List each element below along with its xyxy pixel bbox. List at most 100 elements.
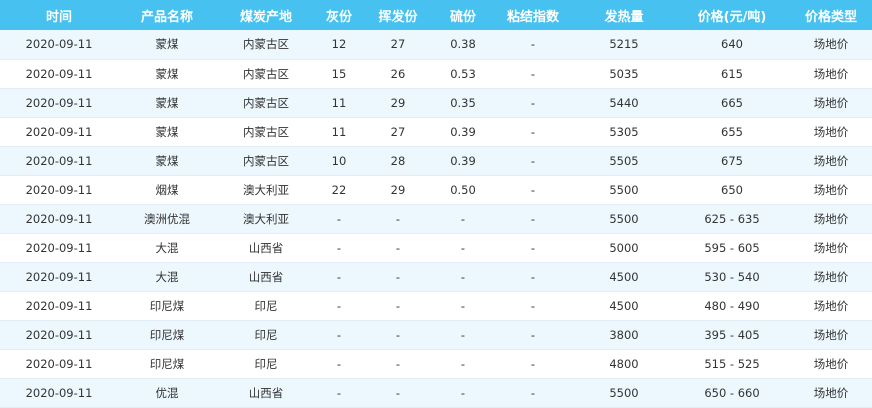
cell-volatile: -	[362, 349, 434, 379]
cell-price: 480 - 490	[674, 291, 790, 321]
cell-origin: 内蒙古区	[216, 30, 316, 60]
table-row: 2020-09-11 蒙煤 内蒙古区 11 29 0.35-5440 665 场地价	[0, 88, 872, 118]
column-header-origin: 煤炭产地	[239, 9, 292, 25]
table-row: 2020-09-11 印尼煤 印尼 - - - -4800 515 - 525 场地价	[0, 349, 872, 379]
cell-volatile: -	[362, 204, 434, 234]
cell-volatile: -	[362, 320, 434, 350]
cell-price-type: 场地价	[790, 88, 872, 118]
cell-product-name: 烟煤	[118, 175, 216, 205]
cell-ash: 11	[316, 88, 362, 118]
cell-product-name: 蒙煤	[118, 146, 216, 176]
cell-volatile: 27	[362, 117, 434, 147]
table-row: 2020-09-11 大混 山西省 - - - -4500 530 - 540 场地价	[0, 262, 872, 292]
cell-price-type: 场地价	[790, 204, 872, 234]
cell-ash: -	[316, 262, 362, 292]
header-row: 时间 产品名称 煤炭产地 灰份 挥发份 硫份 粘结指数 发热量 价格(元/吨) 价格类型	[0, 0, 872, 30]
cell-calorific-value: 4800	[574, 349, 674, 379]
cell-product-name: 蒙煤	[118, 30, 216, 60]
cell-price-type: 场地价	[790, 378, 872, 408]
cell-price: 650	[674, 175, 790, 205]
cell-caking-index: -	[492, 262, 574, 292]
cell-product-name: 大混	[118, 233, 216, 263]
cell-volatile: 29	[362, 88, 434, 118]
cell-ash: -	[316, 378, 362, 408]
cell-caking-index: -	[492, 30, 574, 60]
cell-date: 2020-09-11	[0, 320, 118, 350]
table-row: 2020-09-11 蒙煤 内蒙古区 12 27 0.38-5215 640 场地价	[0, 30, 872, 60]
cell-calorific-value: 5500	[574, 175, 674, 205]
table-row: 2020-09-11 烟煤 澳大利亚 22 29 0.50-5500 650 场地价	[0, 175, 872, 205]
cell-calorific-value: 5505	[574, 146, 674, 176]
cell-price: 655	[674, 117, 790, 147]
cell-date: 2020-09-11	[0, 204, 118, 234]
cell-ash: -	[316, 233, 362, 263]
cell-ash: 22	[316, 175, 362, 205]
cell-ash: 10	[316, 146, 362, 176]
cell-calorific-value: 5500	[574, 204, 674, 234]
cell-product-name: 澳洲优混	[118, 204, 216, 234]
cell-product-name: 蒙煤	[118, 59, 216, 89]
cell-caking-index: -	[492, 204, 574, 234]
cell-date: 2020-09-11	[0, 349, 118, 379]
cell-product-name: 印尼煤	[118, 291, 216, 321]
cell-calorific-value: 4500	[574, 262, 674, 292]
cell-price: 640	[674, 30, 790, 60]
cell-origin: 山西省	[216, 233, 316, 263]
cell-ash: 12	[316, 30, 362, 60]
cell-caking-index: -	[492, 291, 574, 321]
cell-ash: 11	[316, 117, 362, 147]
cell-calorific-value: 5440	[574, 88, 674, 118]
cell-caking-index: -	[492, 175, 574, 205]
cell-product-name: 优混	[118, 378, 216, 408]
cell-caking-index: -	[492, 378, 574, 408]
cell-caking-index: -	[492, 146, 574, 176]
cell-price: 530 - 540	[674, 262, 790, 292]
cell-calorific-value: 4500	[574, 291, 674, 321]
cell-price: 515 - 525	[674, 349, 790, 379]
cell-calorific-value: 5035	[574, 59, 674, 89]
cell-caking-index: -	[492, 320, 574, 350]
cell-date: 2020-09-11	[0, 59, 118, 89]
cell-sulfur: 0.38	[434, 30, 492, 60]
cell-price-type: 场地价	[790, 349, 872, 379]
cell-volatile: 29	[362, 175, 434, 205]
cell-origin: 山西省	[216, 262, 316, 292]
cell-sulfur: 0.39	[434, 117, 492, 147]
cell-volatile: -	[362, 378, 434, 408]
cell-origin: 印尼	[216, 291, 316, 321]
cell-price-type: 场地价	[790, 175, 872, 205]
cell-price-type: 场地价	[790, 59, 872, 89]
cell-sulfur: -	[434, 349, 492, 379]
cell-price-type: 场地价	[790, 117, 872, 147]
coal-price-table: 时间 产品名称 煤炭产地 灰份 挥发份 硫份 粘结指数 发热量 价格(元/吨) 价格类型 2020…	[0, 0, 872, 408]
table-row: 2020-09-11 印尼煤 印尼 - - - -4500 480 - 490 场地价	[0, 291, 872, 321]
cell-caking-index: -	[492, 117, 574, 147]
column-header-date: 时间	[45, 9, 72, 25]
table-row: 2020-09-11 蒙煤 内蒙古区 15 26 0.53-5035 615 场地价	[0, 59, 872, 89]
cell-sulfur: -	[434, 233, 492, 263]
cell-calorific-value: 5215	[574, 30, 674, 60]
cell-price-type: 场地价	[790, 320, 872, 350]
cell-sulfur: -	[434, 320, 492, 350]
table-header: 时间 产品名称 煤炭产地 灰份 挥发份 硫份 粘结指数 发热量 价格(元/吨) 价格类型	[0, 0, 872, 30]
table-row: 2020-09-11 蒙煤 内蒙古区 10 28 0.39-5505 675 场地价	[0, 146, 872, 176]
cell-calorific-value: 5500	[574, 378, 674, 408]
cell-date: 2020-09-11	[0, 291, 118, 321]
column-header-volatile: 挥发份	[378, 9, 418, 25]
cell-ash: -	[316, 291, 362, 321]
cell-sulfur: -	[434, 378, 492, 408]
cell-date: 2020-09-11	[0, 378, 118, 408]
column-header-price-type: 价格类型	[804, 9, 857, 25]
cell-price: 675	[674, 146, 790, 176]
cell-product-name: 大混	[118, 262, 216, 292]
column-header-caking-index: 粘结指数	[506, 9, 559, 25]
cell-origin: 内蒙古区	[216, 117, 316, 147]
cell-ash: -	[316, 320, 362, 350]
cell-sulfur: -	[434, 262, 492, 292]
cell-price-type: 场地价	[790, 291, 872, 321]
column-header-price: 价格(元/吨)	[697, 9, 767, 25]
cell-ash: 15	[316, 59, 362, 89]
cell-origin: 印尼	[216, 320, 316, 350]
cell-volatile: 26	[362, 59, 434, 89]
cell-caking-index: -	[492, 88, 574, 118]
